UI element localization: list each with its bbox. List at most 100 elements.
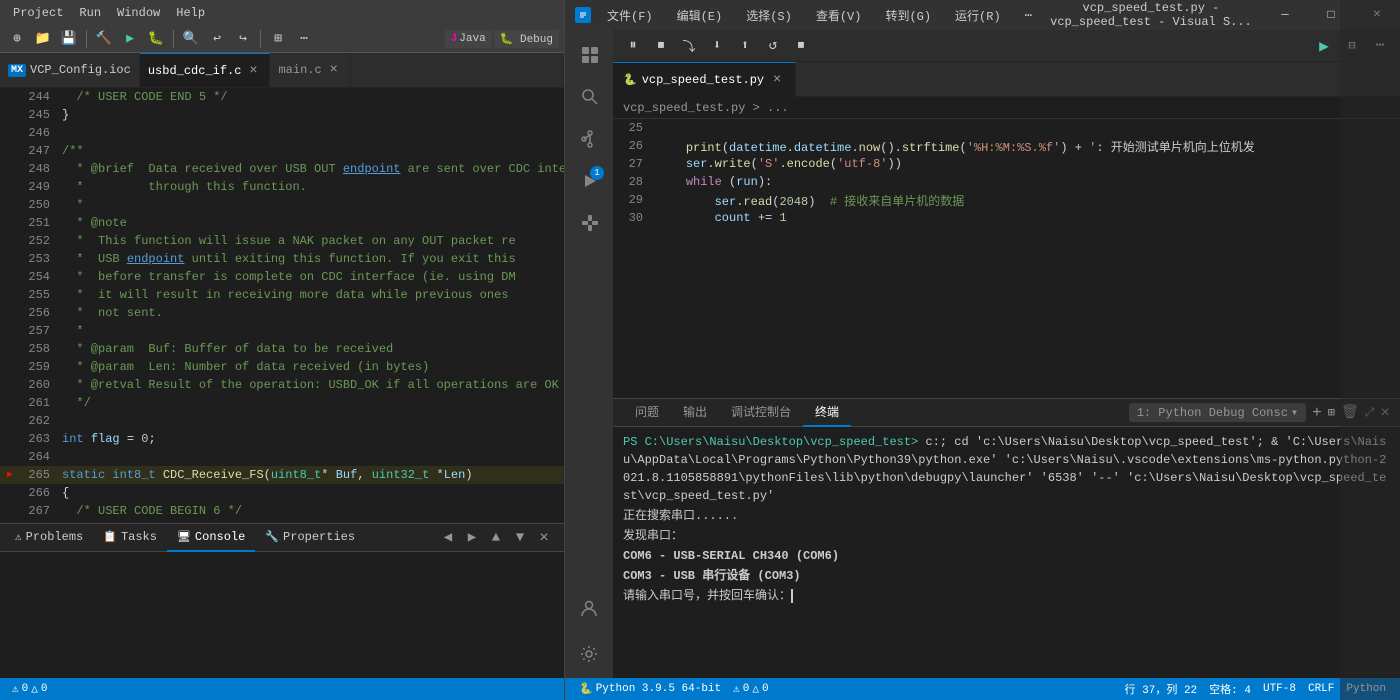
vsc-status-spaces[interactable]: 空格: 4 — [1203, 681, 1257, 697]
bottom-tab-tasks[interactable]: 📋 Tasks — [93, 524, 167, 552]
vsc-status-language[interactable]: Python — [1340, 683, 1392, 695]
code-line-264: 264 — [0, 448, 564, 466]
vscode-menu-run[interactable]: 运行(R) — [947, 4, 1009, 27]
terminal-tab-problems[interactable]: 问题 — [623, 399, 671, 427]
vscode-btn-maximize[interactable]: □ — [1308, 0, 1354, 30]
vscode-menu-goto[interactable]: 转到(G) — [877, 4, 939, 27]
terminal-line-3: 发现串口： — [623, 527, 1390, 545]
debug-more[interactable]: ⋯ — [1368, 34, 1392, 58]
debug-step-over[interactable]: ⤵ — [677, 34, 701, 58]
activity-git[interactable] — [569, 119, 609, 159]
toolbar-btn-more[interactable]: ⋯ — [292, 28, 316, 50]
activity-explorer[interactable] — [569, 35, 609, 75]
activity-search[interactable] — [569, 77, 609, 117]
debug-run-btn[interactable]: ▶ — [1312, 34, 1336, 58]
bottom-panel-nav-down[interactable]: ▼ — [510, 528, 530, 548]
debug-panel-layout[interactable]: ⊟ — [1340, 34, 1364, 58]
bottom-panel-close[interactable]: × — [534, 528, 554, 548]
vsc-status-encoding[interactable]: UTF-8 — [1257, 683, 1302, 695]
code-line-263: 263 int flag = 0; — [0, 430, 564, 448]
vsc-status-line-ending[interactable]: CRLF — [1302, 683, 1340, 695]
code-line-252: 252 * This function will issue a NAK pac… — [0, 232, 564, 250]
terminal-trash[interactable]: 🗑 — [1341, 404, 1359, 421]
activity-settings[interactable] — [569, 634, 609, 674]
vscode-tab-file[interactable]: 🐍 vcp_speed_test.py × — [613, 62, 796, 97]
vscode-tab-close[interactable]: × — [769, 72, 785, 88]
bottom-tab-bar: ⚠ Problems 📋 Tasks 🖥 Console 🔧 — [0, 524, 564, 552]
right-vscode-panel: 文件(F) 编辑(E) 选择(S) 查看(V) 转到(G) 运行(R) ⋯ vc… — [565, 0, 1400, 700]
mainc-tab-label: main.c — [278, 63, 321, 77]
vscode-menu-file[interactable]: 文件(F) — [599, 4, 661, 27]
left-ide-panel: Project Run Window Help ⊕ 📁 💾 🔨 ▶ 🐛 🔍 ↩ … — [0, 0, 565, 700]
tab-usbd-cdc[interactable]: usbd_cdc_if.c × — [140, 53, 271, 88]
toolbar-btn-redo[interactable]: ↪ — [231, 28, 255, 50]
toolbar-btn-search[interactable]: 🔍 — [179, 28, 203, 50]
usbd-tab-close[interactable]: × — [245, 63, 261, 79]
bottom-tab-problems[interactable]: ⚠ Problems — [5, 524, 93, 552]
menu-item-window[interactable]: Window — [109, 3, 168, 23]
terminal-tab-debug-console[interactable]: 调试控制台 — [719, 399, 803, 427]
activity-account[interactable] — [569, 588, 609, 628]
bottom-panel-nav-back[interactable]: ◀ — [438, 528, 458, 548]
vscode-menu-more[interactable]: ⋯ — [1017, 5, 1040, 26]
toolbar-btn-undo[interactable]: ↩ — [205, 28, 229, 50]
menu-item-run[interactable]: Run — [71, 3, 109, 23]
activity-extensions[interactable] — [569, 203, 609, 243]
vscode-code-editor[interactable]: 25 26 print(datetime.datetime.now().strf… — [613, 119, 1400, 398]
mainc-tab-close[interactable]: × — [326, 62, 342, 78]
code-line-254: 254 * before transfer is complete on CDC… — [0, 268, 564, 286]
vsc-status-python[interactable]: 🐍 Python 3.9.5 64-bit — [573, 682, 727, 696]
terminal-tab-terminal[interactable]: 终端 — [803, 399, 851, 427]
terminal-tab-output[interactable]: 输出 — [671, 399, 719, 427]
debug-step-into[interactable]: ⬇ — [705, 34, 729, 58]
activity-debug-badge: 1 — [590, 166, 604, 180]
status-problems[interactable]: ⚠ 0 △ 0 — [8, 682, 51, 696]
code-line-245: 245 } — [0, 106, 564, 124]
vscode-menu-view[interactable]: 查看(V) — [808, 4, 870, 27]
toolbar-perspective-java[interactable]: J Java — [445, 30, 492, 48]
toolbar-btn-build[interactable]: 🔨 — [92, 28, 116, 50]
bottom-tab-properties[interactable]: 🔧 Properties — [255, 524, 365, 552]
bottom-tab-console[interactable]: 🖥 Console — [167, 524, 255, 552]
vsc-status-line[interactable]: 行 37，列 22 — [1119, 681, 1204, 697]
debug-step-out[interactable]: ⬆ — [733, 34, 757, 58]
vscode-menu-edit[interactable]: 编辑(E) — [669, 4, 731, 27]
terminal-add[interactable]: + — [1312, 404, 1322, 422]
terminal-close[interactable]: × — [1380, 404, 1390, 422]
tab-mainc[interactable]: main.c × — [270, 53, 350, 88]
activity-debug[interactable]: 1 — [569, 161, 609, 201]
error-icon: ⚠ — [12, 682, 19, 696]
toolbar-btn-run[interactable]: ▶ — [118, 28, 142, 50]
terminal-controls: 1: Python Debug Consc ▾ + ⊞ 🗑 ⤢ × — [1129, 403, 1390, 422]
menu-item-help[interactable]: Help — [168, 3, 213, 23]
toolbar-btn-open[interactable]: 📁 — [31, 28, 55, 50]
toolbar-btn-perspective[interactable]: ⊞ — [266, 28, 290, 50]
status-bar: ⚠ 0 △ 0 — [0, 678, 564, 700]
vscode-btn-minimize[interactable]: ─ — [1262, 0, 1308, 30]
terminal-split[interactable]: ⊞ — [1328, 405, 1335, 420]
terminal-dropdown[interactable]: 1: Python Debug Consc ▾ — [1129, 403, 1306, 422]
toolbar-btn-new[interactable]: ⊕ — [5, 28, 29, 50]
debug-continue[interactable]: ⏸ — [621, 34, 645, 58]
code-editor[interactable]: 244 /* USER CODE END 5 */ 245 } 246 247 — [0, 88, 564, 523]
status-spaces: 空格: 4 — [1209, 685, 1251, 697]
debug-stop[interactable]: ⏹ — [649, 34, 673, 58]
menu-item-project[interactable]: Project — [5, 3, 71, 23]
tab-vcpconfig[interactable]: MX VCP_Config.ioc — [0, 53, 140, 88]
debug-restart[interactable]: ↺ — [761, 34, 785, 58]
bottom-panel-nav-up[interactable]: ▲ — [486, 528, 506, 548]
terminal-line-2: 正在搜索串口...... — [623, 507, 1390, 525]
vsc-status-errors[interactable]: ⚠ 0 △ 0 — [727, 682, 774, 696]
vsc-code-line-29: 29 ser.read(2048) # 接收来自单片机的数据 — [613, 191, 1400, 209]
code-line-255: 255 * it will result in receiving more d… — [0, 286, 564, 304]
bottom-panel-nav-fwd[interactable]: ▶ — [462, 528, 482, 548]
vscode-menu-select[interactable]: 选择(S) — [738, 4, 800, 27]
debug-stop2[interactable]: ⏹ — [789, 34, 813, 58]
terminal-maximize[interactable]: ⤢ — [1365, 406, 1375, 420]
vscode-btn-close[interactable]: × — [1354, 0, 1400, 30]
terminal-content[interactable]: PS C:\Users\Naisu\Desktop\vcp_speed_test… — [613, 427, 1400, 678]
toolbar-perspective-debug[interactable]: 🐛 Debug — [494, 30, 559, 48]
toolbar-btn-debug[interactable]: 🐛 — [144, 28, 168, 50]
toolbar-btn-save[interactable]: 💾 — [57, 28, 81, 50]
vsc-code-line-30: 30 count += 1 — [613, 209, 1400, 227]
